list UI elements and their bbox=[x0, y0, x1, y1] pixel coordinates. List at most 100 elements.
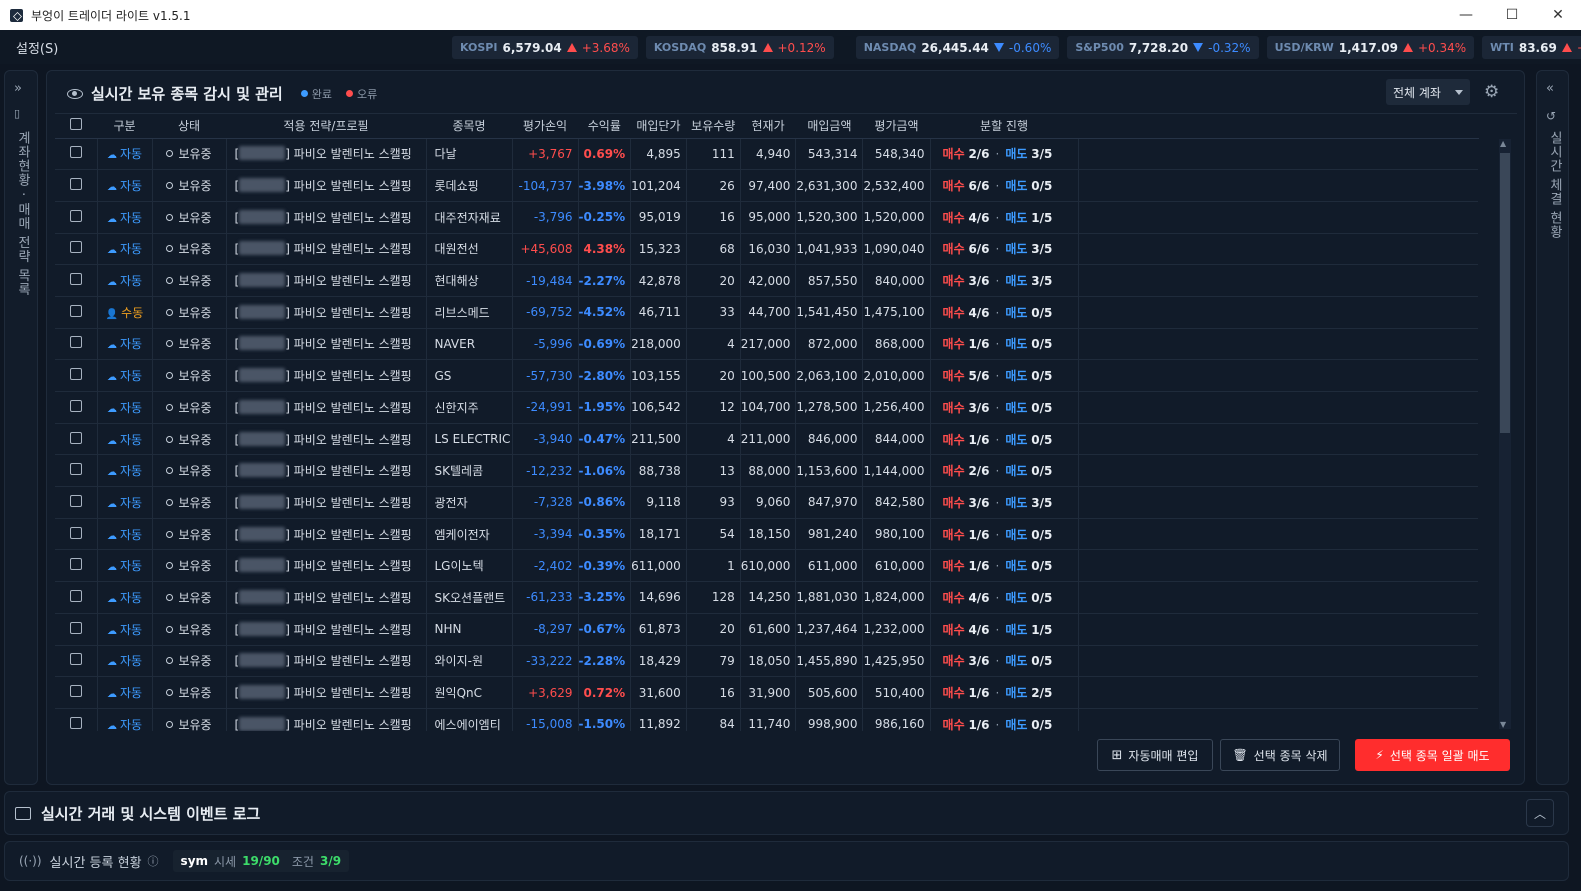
table-row[interactable]: ☁ 자동 보유중 [] 파비오 발렌티노 스캘핑 롯데쇼핑 -104,737 -3.98% 1… bbox=[55, 169, 1479, 202]
row-checkbox[interactable] bbox=[55, 645, 98, 678]
row-checkbox[interactable] bbox=[55, 391, 98, 424]
checkbox-icon[interactable] bbox=[69, 399, 82, 412]
quantity: 111 bbox=[686, 138, 741, 171]
table-row[interactable]: ☁ 자동 보유중 [] 파비오 발렌티노 스캘핑 광전자 -7,328 -0.86% 9,11… bbox=[55, 486, 1479, 519]
settings-menu[interactable]: 설정(S) bbox=[16, 38, 58, 57]
buy-amount: 846,000 bbox=[795, 423, 864, 456]
checkbox-icon[interactable] bbox=[69, 146, 82, 159]
left-side-panel[interactable]: » ▯ 계좌현황 · 매매 전략 목록 bbox=[4, 70, 38, 785]
checkbox-icon[interactable] bbox=[69, 178, 82, 191]
row-checkbox[interactable] bbox=[55, 169, 98, 202]
triangle-down-icon bbox=[993, 43, 1004, 52]
help-icon[interactable]: ⓘ bbox=[148, 853, 159, 869]
row-checkbox[interactable] bbox=[55, 486, 98, 519]
table-row[interactable]: ☁ 자동 보유중[] 파비오 발렌티노 스캘핑 엠케이전자 -3,394 -0.35% 18… bbox=[55, 518, 1479, 551]
checkbox-icon[interactable] bbox=[69, 463, 82, 476]
return-rate: -1.95% bbox=[578, 391, 632, 424]
buy-progress: 2/6 bbox=[968, 147, 990, 162]
row-checkbox[interactable] bbox=[55, 676, 98, 709]
row-checkbox[interactable] bbox=[55, 549, 98, 583]
gear-icon[interactable]: ⚙ bbox=[1484, 82, 1499, 102]
delete-selected-label: 선택 종목 삭제 bbox=[1253, 748, 1328, 763]
eval-pnl: +45,608 bbox=[512, 233, 579, 266]
checkbox-icon[interactable] bbox=[69, 273, 82, 286]
row-checkbox[interactable] bbox=[55, 708, 98, 731]
checkbox-icon[interactable] bbox=[69, 653, 82, 666]
right-side-panel[interactable]: « ↺ 실시간 체결 현황 bbox=[1536, 70, 1569, 785]
buy-label: 매수 bbox=[942, 274, 965, 289]
delete-selected-button[interactable]: 🗑 선택 종목 삭제 bbox=[1220, 739, 1340, 771]
row-checkbox[interactable] bbox=[55, 328, 98, 361]
registration-status-label: 실시간 등록 현황 bbox=[49, 855, 142, 871]
chevron-up-icon[interactable]: ︿ bbox=[1526, 799, 1554, 827]
trade-type-label: 자동 bbox=[119, 274, 143, 289]
event-log-panel[interactable]: 실시간 거래 및 시스템 이벤트 로그 ︿ bbox=[4, 791, 1569, 835]
checkbox-icon[interactable] bbox=[69, 526, 82, 539]
table-row[interactable]: ☁ 자동 보유중 [] 파비오 발렌티노 스캘핑 LS ELECTRIC -3,940 -0… bbox=[55, 423, 1479, 456]
table-row[interactable]: ☁ 자동 보유중 [] 파비오 발렌티노 스캘핑 다날 +3,767 0.69% 4,895 1… bbox=[55, 138, 1479, 171]
minimize-button[interactable]: — bbox=[1443, 0, 1489, 30]
table-row[interactable]: ☁ 자동 보유중 [] 파비오 발렌티노 스캘핑 에스에이엠티 -15,008 -1.50%… bbox=[55, 708, 1479, 731]
checkbox-icon[interactable] bbox=[69, 241, 82, 254]
table-row[interactable]: 👤 수동 보유중[] 파비오 발렌티노 스캘핑 리브스메드 -69,752 -4.52% 4… bbox=[55, 296, 1479, 329]
sell-all-selected-button[interactable]: ⚡ 선택 종목 일괄 매도 bbox=[1355, 739, 1510, 771]
table-row[interactable]: ☁ 자동 보유중[] 파비오 발렌티노 스캘핑 원익QnC +3,629 0.72% 31,… bbox=[55, 676, 1479, 709]
row-checkbox[interactable] bbox=[55, 613, 98, 646]
row-checkbox[interactable] bbox=[55, 201, 98, 234]
checkbox-icon[interactable] bbox=[69, 118, 82, 131]
buy-amount: 611,000 bbox=[795, 549, 864, 583]
table-row[interactable]: ☁ 자동 보유중 [] 파비오 발렌티노 스캘핑 SK오션플랜트 -61,233 -3.25… bbox=[55, 581, 1479, 614]
account-select[interactable]: 전체 계좌 bbox=[1386, 79, 1470, 105]
checkbox-icon[interactable] bbox=[69, 558, 82, 571]
checkbox-icon[interactable] bbox=[69, 431, 82, 444]
close-button[interactable]: ✕ bbox=[1535, 0, 1581, 30]
trade-type-label: 자동 bbox=[119, 337, 143, 352]
checkbox-icon[interactable] bbox=[69, 209, 82, 222]
maximize-button[interactable]: ☐ bbox=[1489, 0, 1535, 30]
table-row[interactable]: ☁ 자동 보유중 [] 파비오 발렌티노 스캘핑 대원전선 +45,608 4.38% 15,… bbox=[55, 233, 1479, 266]
return-rate: -3.25% bbox=[578, 581, 632, 614]
row-checkbox[interactable] bbox=[55, 423, 98, 456]
row-checkbox[interactable] bbox=[55, 454, 98, 488]
table-row[interactable]: ☁ 자동 보유중 [] 파비오 발렌티노 스캘핑 NHN -8,297 -0.67% 61,8… bbox=[55, 613, 1479, 646]
table-row[interactable]: ☁ 자동 보유중[] 파비오 발렌티노 스캘핑 대주전자재료 -3,796 -0.25% 9… bbox=[55, 201, 1479, 234]
table-row[interactable]: ☁ 자동 보유중[] 파비오 발렌티노 스캘핑 LG이노텍 -2,402 -0.39% 61… bbox=[55, 549, 1479, 583]
checkbox-icon[interactable] bbox=[69, 589, 82, 602]
row-checkbox[interactable] bbox=[55, 264, 98, 297]
holding-status: 보유중 bbox=[152, 391, 227, 424]
checkbox-icon[interactable] bbox=[69, 621, 82, 634]
checkbox-icon[interactable] bbox=[69, 716, 82, 729]
stock-name: 대주전자재료 bbox=[426, 201, 513, 234]
table-scrollbar[interactable]: ▲ ▼ bbox=[1499, 139, 1511, 729]
table-row[interactable]: ☁ 자동 보유중 [] 파비오 발렌티노 스캘핑 GS -57,730 -2.80% 103,… bbox=[55, 359, 1479, 392]
checkbox-icon[interactable] bbox=[69, 336, 82, 349]
expand-icon[interactable]: » bbox=[14, 81, 22, 96]
stock-name: SK텔레콤 bbox=[426, 454, 513, 488]
row-checkbox[interactable] bbox=[55, 581, 98, 614]
scroll-up-icon[interactable]: ▲ bbox=[1500, 139, 1506, 148]
row-checkbox[interactable] bbox=[55, 518, 98, 551]
table-row[interactable]: ☁ 자동 보유중[] 파비오 발렌티노 스캘핑 SK텔레콤 -12,232 -1.06% 8… bbox=[55, 454, 1479, 488]
table-row[interactable]: ☁ 자동 보유중[] 파비오 발렌티노 스캘핑 NAVER -5,996 -0.69% 21… bbox=[55, 328, 1479, 361]
select-all-checkbox[interactable] bbox=[55, 114, 97, 139]
scroll-down-icon[interactable]: ▼ bbox=[1500, 720, 1506, 729]
ticker-name: KOSPI bbox=[460, 41, 498, 54]
status-ring-icon bbox=[166, 562, 174, 570]
table-row[interactable]: ☁ 자동 보유중[] 파비오 발렌티노 스캘핑 현대해상 -19,484 -2.27% 42… bbox=[55, 264, 1479, 297]
table-row[interactable]: ☁ 자동 보유중[] 파비오 발렌티노 스캘핑 와이지-원 -33,222 -2.28% 1… bbox=[55, 645, 1479, 678]
scrollbar-thumb[interactable] bbox=[1500, 153, 1510, 433]
row-checkbox[interactable] bbox=[55, 359, 98, 392]
table-row[interactable]: ☁ 자동 보유중[] 파비오 발렌티노 스캘핑 신한지주 -24,991 -1.95% 10… bbox=[55, 391, 1479, 424]
row-checkbox[interactable] bbox=[55, 296, 98, 329]
sell-progress: 1/5 bbox=[1031, 210, 1053, 225]
row-checkbox[interactable] bbox=[55, 138, 98, 171]
checkbox-icon[interactable] bbox=[69, 685, 82, 698]
condition-label: 조건 bbox=[291, 854, 314, 869]
checkbox-icon[interactable] bbox=[69, 494, 82, 507]
checkbox-icon[interactable] bbox=[69, 304, 82, 317]
add-auto-trade-button[interactable]: ⊞ 자동매매 편입 bbox=[1097, 739, 1213, 771]
row-checkbox[interactable] bbox=[55, 233, 98, 266]
collapse-icon[interactable]: « bbox=[1546, 81, 1554, 96]
checkbox-icon[interactable] bbox=[69, 368, 82, 381]
triangle-down-icon bbox=[1193, 43, 1204, 52]
